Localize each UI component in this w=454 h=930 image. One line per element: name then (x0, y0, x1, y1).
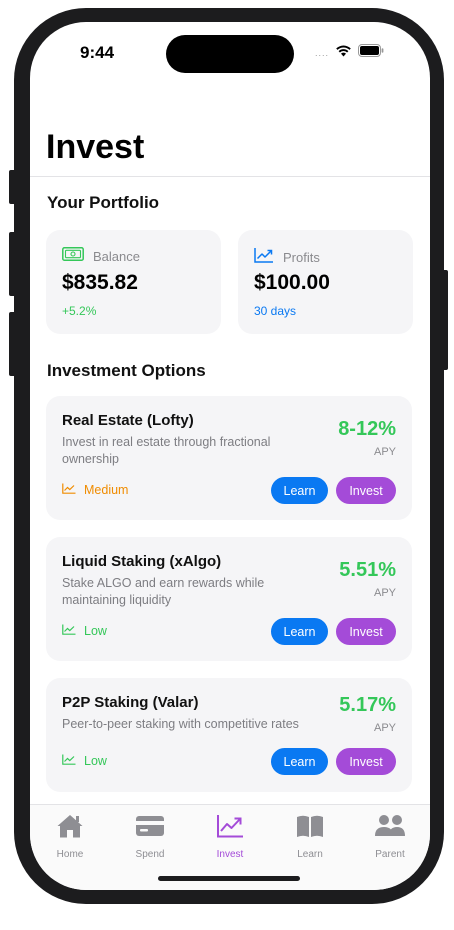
learn-button[interactable]: Learn (271, 618, 328, 645)
book-icon (296, 813, 324, 844)
trend-up-icon (254, 247, 274, 268)
tab-invest[interactable]: Invest (190, 813, 270, 860)
home-indicator (158, 876, 300, 881)
investment-actions: Learn Invest (271, 618, 396, 645)
people-icon (374, 813, 406, 844)
tab-label: Invest (216, 849, 244, 860)
risk-chart-icon (62, 754, 76, 768)
wifi-icon (335, 44, 352, 62)
investment-rate: 5.17% (339, 694, 396, 716)
screen: 9:44 .... Invest Your Portfolio Balance … (30, 22, 430, 890)
profits-label: Profits (283, 250, 320, 265)
investment-description: Stake ALGO and earn rewards while mainta… (62, 576, 265, 607)
investment-actions: Learn Invest (271, 477, 396, 504)
risk-chart-icon (62, 624, 76, 638)
investment-card-liquid-staking[interactable]: Liquid Staking (xAlgo) Stake ALGO and ea… (46, 537, 412, 661)
investment-rate-unit: APY (373, 587, 396, 599)
risk-indicator: Low (62, 754, 107, 768)
tab-parent[interactable]: Parent (350, 813, 430, 860)
balance-header: Balance (62, 247, 140, 266)
tab-label: Home (56, 849, 84, 860)
invest-button[interactable]: Invest (336, 477, 396, 504)
learn-button[interactable]: Learn (271, 477, 328, 504)
invest-button[interactable]: Invest (336, 748, 396, 775)
investment-actions: Learn Invest (271, 748, 396, 775)
chart-trend-icon (216, 813, 244, 844)
signal-icon: .... (315, 48, 330, 58)
status-time: 9:44 (80, 43, 115, 62)
risk-label: Low (84, 624, 107, 638)
profits-card[interactable]: Profits $100.00 30 days (238, 230, 413, 334)
dynamic-island (166, 35, 294, 73)
credit-card-icon (135, 813, 165, 844)
investment-title: P2P Staking (Valar) (62, 694, 199, 711)
investment-card-real-estate[interactable]: Real Estate (Lofty) Invest in real estat… (46, 396, 412, 520)
profits-value: $100.00 (254, 271, 330, 294)
learn-button[interactable]: Learn (271, 748, 328, 775)
invest-button[interactable]: Invest (336, 618, 396, 645)
investment-rate: 8-12% (338, 418, 396, 440)
status-icons: .... (315, 44, 384, 62)
balance-label: Balance (93, 249, 140, 264)
cash-icon (62, 247, 84, 266)
investment-rate-unit: APY (373, 446, 396, 458)
profits-header: Profits (254, 247, 320, 268)
portfolio-section-title: Your Portfolio (47, 193, 160, 212)
house-icon (56, 813, 84, 844)
risk-chart-icon (62, 483, 76, 497)
tab-spend[interactable]: Spend (110, 813, 190, 860)
investment-rate-unit: APY (373, 722, 396, 734)
balance-value: $835.82 (62, 271, 138, 294)
investment-description: Peer-to-peer staking with competitive ra… (62, 717, 299, 731)
balance-change: +5.2% (62, 304, 97, 318)
investment-options-title: Investment Options (47, 361, 206, 380)
tab-home[interactable]: Home (30, 813, 110, 860)
risk-indicator: Medium (62, 483, 128, 497)
investment-card-p2p-staking[interactable]: P2P Staking (Valar) Peer-to-peer staking… (46, 678, 412, 792)
page-title: Invest (46, 128, 145, 166)
investment-title: Real Estate (Lofty) (62, 412, 194, 429)
header-divider (30, 176, 430, 177)
tab-label: Spend (135, 849, 165, 860)
risk-label: Low (84, 754, 107, 768)
investment-rate: 5.51% (339, 559, 396, 581)
tab-learn[interactable]: Learn (270, 813, 350, 860)
risk-indicator: Low (62, 624, 107, 638)
battery-icon (358, 44, 384, 62)
tab-label: Parent (375, 849, 405, 860)
investment-description: Invest in real estate through fractional… (62, 435, 271, 466)
risk-label: Medium (84, 483, 129, 497)
balance-card[interactable]: Balance $835.82 +5.2% (46, 230, 221, 334)
investment-title: Liquid Staking (xAlgo) (62, 553, 222, 570)
tab-label: Learn (297, 849, 323, 860)
device-body: 9:44 .... Invest Your Portfolio Balance … (14, 8, 444, 904)
profits-period: 30 days (254, 304, 297, 318)
